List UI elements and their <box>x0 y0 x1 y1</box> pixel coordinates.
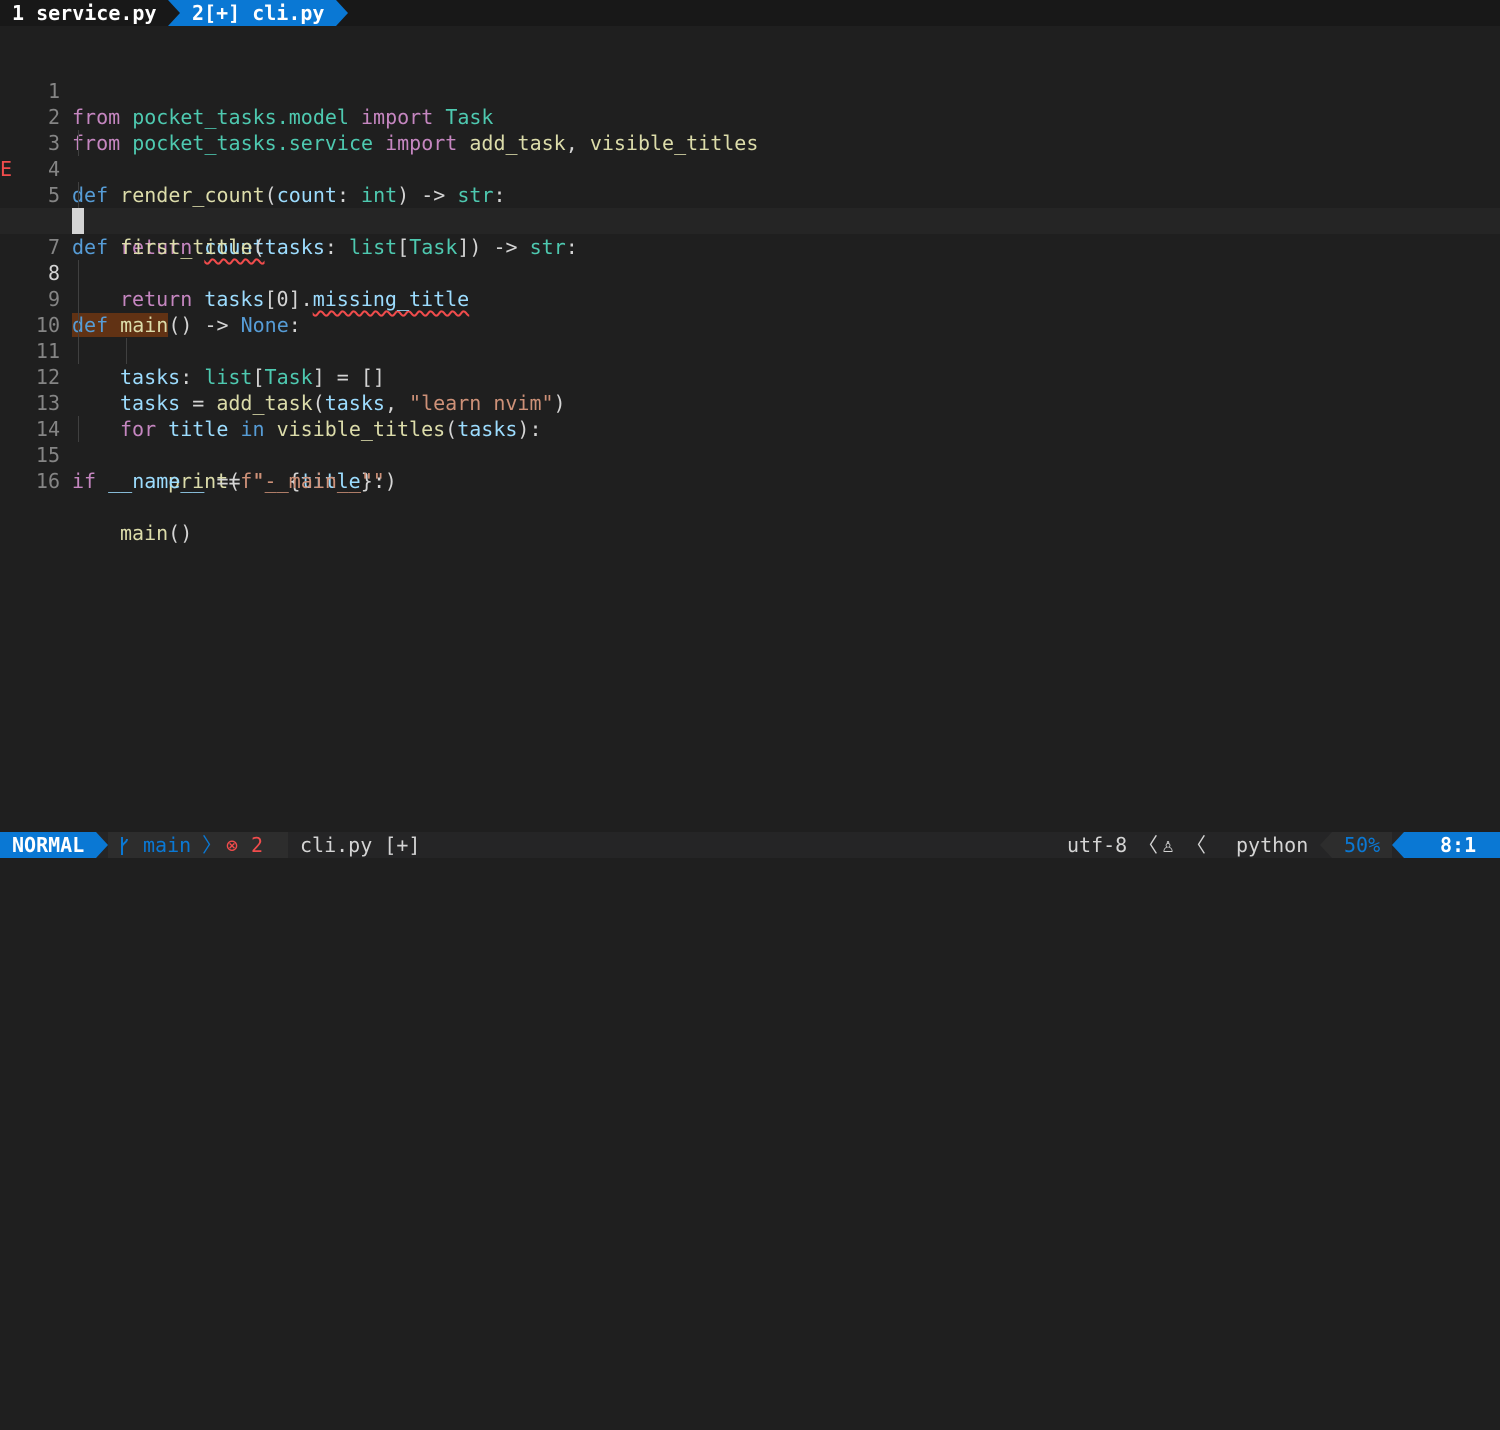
chevron-left-icon: 〈 <box>1186 833 1206 857</box>
segment-separator <box>276 832 288 858</box>
git-branch[interactable]: main <box>143 832 191 858</box>
scroll-percent: 50% <box>1344 833 1381 857</box>
segment-separator <box>1392 832 1404 858</box>
segment-separator <box>1320 832 1332 858</box>
error-circle-icon: ⊗ <box>226 833 239 857</box>
tab-service-py[interactable]: 1 service.py <box>0 0 168 26</box>
mode-separator <box>96 832 108 858</box>
code-line-13[interactable]: 13 print(f"- {title}") <box>0 338 1500 493</box>
code-line-5[interactable]: E 5 return count <box>0 130 1500 259</box>
chevron-right-icon: 〉 <box>202 833 222 857</box>
file-encoding: utf-8 <box>1067 833 1128 857</box>
code-text: if __name__ == "__main__": <box>72 469 386 493</box>
code-text: main() <box>120 521 193 545</box>
code-line-9[interactable]: 9 def main() -> None: <box>0 234 1500 337</box>
code-line-6[interactable]: 6 def first_title(tasks: list[Task]) -> … <box>0 156 1500 259</box>
statusline: NORMAL main 〉 ⊗ 2 cli.py [+] utf-8 〈 ♙ 〈… <box>0 832 1500 880</box>
indent-guide <box>78 130 79 156</box>
tab-separator-arrow <box>336 0 348 26</box>
code-line-10[interactable]: 10 tasks: list[Task] = [] <box>0 260 1500 389</box>
error-count[interactable]: 2 <box>251 832 263 858</box>
line-number: 16 <box>35 469 60 493</box>
code-line-12[interactable]: 12 for title in visible_titles(tasks): <box>0 312 1500 441</box>
indent-guide <box>78 416 79 442</box>
indent-guide <box>78 182 79 208</box>
mode-indicator: NORMAL <box>0 832 96 858</box>
python-icon <box>1210 835 1278 880</box>
code-line-4[interactable]: 4 def render_count(count: int) -> str: <box>0 104 1500 207</box>
code-line-1[interactable]: 1 from pocket_tasks.model import Task <box>0 26 1500 129</box>
code-line-15[interactable]: 15 if __name__ == "__main__": <box>0 390 1500 493</box>
editor[interactable]: 1 from pocket_tasks.model import Task 2 … <box>0 26 1500 832</box>
indent-guide <box>78 286 79 312</box>
code-line-3[interactable]: 3 <box>0 78 1500 155</box>
chevron-left-icon: 〈 <box>1138 833 1158 857</box>
indent-guide <box>78 338 79 364</box>
file-name: cli.py [+] <box>300 833 421 857</box>
code-line-14[interactable]: 14 <box>0 364 1500 441</box>
indent-guide <box>78 312 79 338</box>
code-line-16[interactable]: 16 main() <box>0 416 1500 545</box>
code-line-2[interactable]: 2 from pocket_tasks.service import add_t… <box>0 52 1500 155</box>
command-line[interactable] <box>0 858 1500 885</box>
cursor-position: 8:1 <box>1440 833 1477 857</box>
code-line-11[interactable]: 11 tasks = add_task(tasks, "learn nvim") <box>0 286 1500 415</box>
tabline: 1 service.py 2[+] cli.py <box>0 0 1500 26</box>
tab-cli-py[interactable]: 2[+] cli.py <box>168 0 336 26</box>
tab-separator-left <box>168 0 180 26</box>
code-line-7[interactable]: E 7 return tasks[0].missing_title <box>0 182 1500 311</box>
indent-guide <box>78 260 79 286</box>
indent-guide <box>126 338 127 364</box>
code-line-8-current[interactable]: 8 <box>0 208 1500 285</box>
text-cursor <box>72 208 84 234</box>
file-type: python <box>1236 833 1309 857</box>
git-branch-icon <box>118 832 130 858</box>
linux-tux-icon: ♙ <box>1162 833 1175 857</box>
